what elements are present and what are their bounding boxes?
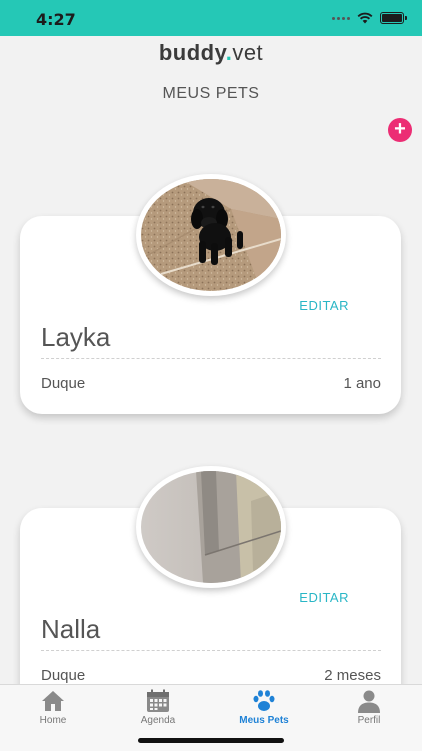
wifi-icon — [357, 12, 373, 24]
pet-age: 2 meses — [324, 667, 381, 684]
brand-name-bold: buddy — [158, 40, 226, 65]
battery-icon — [380, 12, 407, 24]
pet-age: 1 ano — [343, 375, 381, 392]
tab-agenda[interactable]: Agenda — [118, 685, 198, 735]
edit-pet-link[interactable]: EDITAR — [299, 590, 349, 605]
pet-photo-room-corner[interactable] — [136, 466, 286, 588]
brand-logo: buddy.vet — [0, 40, 422, 66]
pet-breed: Duque — [41, 667, 86, 684]
page-title: MEUS PETS — [162, 85, 260, 102]
divider — [41, 650, 381, 651]
calendar-icon — [147, 689, 169, 712]
edit-pet-link[interactable]: EDITAR — [299, 298, 349, 313]
home-indicator — [138, 738, 284, 743]
brand-name-light: vet — [232, 40, 264, 65]
add-pet-button[interactable]: + — [388, 118, 412, 142]
tab-perfil[interactable]: Perfil — [329, 685, 409, 735]
tab-label: Home — [39, 715, 67, 726]
paw-icon — [253, 690, 275, 711]
pet-name: Layka — [41, 322, 111, 352]
pet-breed: Duque — [41, 375, 86, 392]
home-icon — [42, 691, 64, 711]
tab-home[interactable]: Home — [13, 685, 93, 735]
person-icon — [358, 690, 380, 713]
status-time: 4:27 — [36, 10, 76, 29]
tab-label: Agenda — [140, 715, 176, 726]
pet-name: Nalla — [41, 614, 101, 644]
tab-label: Meus Pets — [239, 715, 289, 726]
status-icons — [332, 11, 407, 25]
signal-icon — [332, 16, 350, 20]
divider — [41, 358, 381, 359]
tab-label: Perfil — [357, 715, 381, 726]
pet-photo-black-puppy[interactable] — [136, 174, 286, 296]
status-bar: 4:27 — [0, 0, 422, 36]
tab-meus-pets[interactable]: Meus Pets — [224, 685, 304, 735]
